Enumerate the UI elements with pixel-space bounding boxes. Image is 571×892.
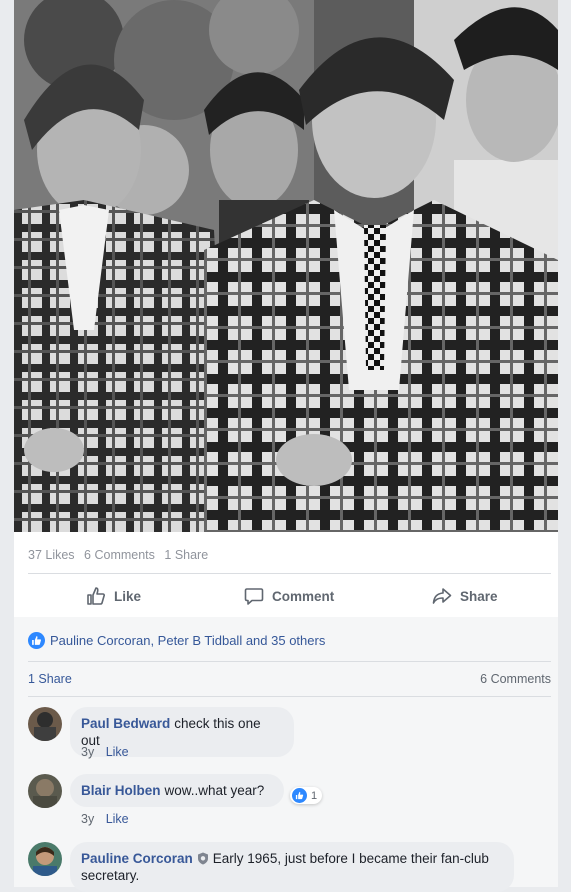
comment-time[interactable]: 3y bbox=[81, 745, 94, 759]
post-stats: 37 Likes 6 Comments 1 Share bbox=[28, 548, 214, 562]
comment-count-link[interactable]: 6 Comments bbox=[480, 672, 551, 686]
share-count-link[interactable]: 1 Share bbox=[28, 672, 72, 686]
like-button[interactable]: Like bbox=[86, 584, 141, 608]
post-photo[interactable] bbox=[14, 0, 558, 532]
comment-label: Comment bbox=[272, 588, 335, 604]
share-row: 1 Share 6 Comments bbox=[28, 672, 551, 686]
share-button[interactable]: Share bbox=[432, 584, 498, 608]
commenter-name[interactable]: Blair Holben bbox=[81, 783, 161, 798]
share-label: Share bbox=[460, 588, 498, 604]
comment-icon bbox=[244, 588, 264, 605]
comment-button[interactable]: Comment bbox=[244, 584, 334, 608]
commenter-name[interactable]: Pauline Corcoran bbox=[81, 851, 193, 866]
avatar[interactable] bbox=[28, 707, 62, 741]
share-arrow-icon bbox=[432, 588, 452, 604]
comment-bubble: Blair Holben wow..what year? bbox=[70, 774, 284, 807]
comment-meta: 3y Like bbox=[81, 745, 137, 759]
like-reaction-icon bbox=[28, 631, 45, 649]
divider bbox=[28, 573, 551, 574]
comment-like-link[interactable]: Like bbox=[106, 812, 129, 826]
likes-count[interactable]: 37 Likes bbox=[28, 548, 75, 562]
post-actions: Like Comment Share bbox=[14, 576, 558, 616]
shield-badge-icon bbox=[197, 852, 208, 865]
comment-like-link[interactable]: Like bbox=[106, 745, 129, 759]
comments-count[interactable]: 6 Comments bbox=[84, 548, 155, 562]
reactions-text: Pauline Corcoran, Peter B Tidball and 35… bbox=[50, 632, 326, 648]
post-card: 37 Likes 6 Comments 1 Share Like Comment… bbox=[14, 0, 558, 892]
comment-meta: 3y Like bbox=[81, 812, 137, 826]
comment-text: Early 1965, just before I became their f… bbox=[212, 851, 489, 866]
like-reaction-icon bbox=[292, 788, 307, 803]
shares-count[interactable]: 1 Share bbox=[164, 548, 208, 562]
avatar[interactable] bbox=[28, 774, 62, 808]
comment-text-continued: secretary. bbox=[81, 868, 140, 883]
comment-time[interactable]: 3y bbox=[81, 812, 94, 826]
divider bbox=[28, 661, 551, 662]
avatar[interactable] bbox=[28, 842, 62, 876]
thumbs-up-icon bbox=[87, 587, 105, 605]
commenter-name[interactable]: Paul Bedward bbox=[81, 716, 170, 731]
divider bbox=[28, 696, 551, 697]
comment-reaction-count[interactable]: 1 bbox=[290, 787, 323, 804]
reactions-summary[interactable]: Pauline Corcoran, Peter B Tidball and 35… bbox=[28, 630, 325, 650]
comment-text: wow..what year? bbox=[164, 783, 265, 798]
comment-bubble: Pauline Corcoran Early 1965, just before … bbox=[70, 842, 514, 892]
reaction-count: 1 bbox=[311, 789, 318, 802]
like-label: Like bbox=[114, 588, 142, 604]
